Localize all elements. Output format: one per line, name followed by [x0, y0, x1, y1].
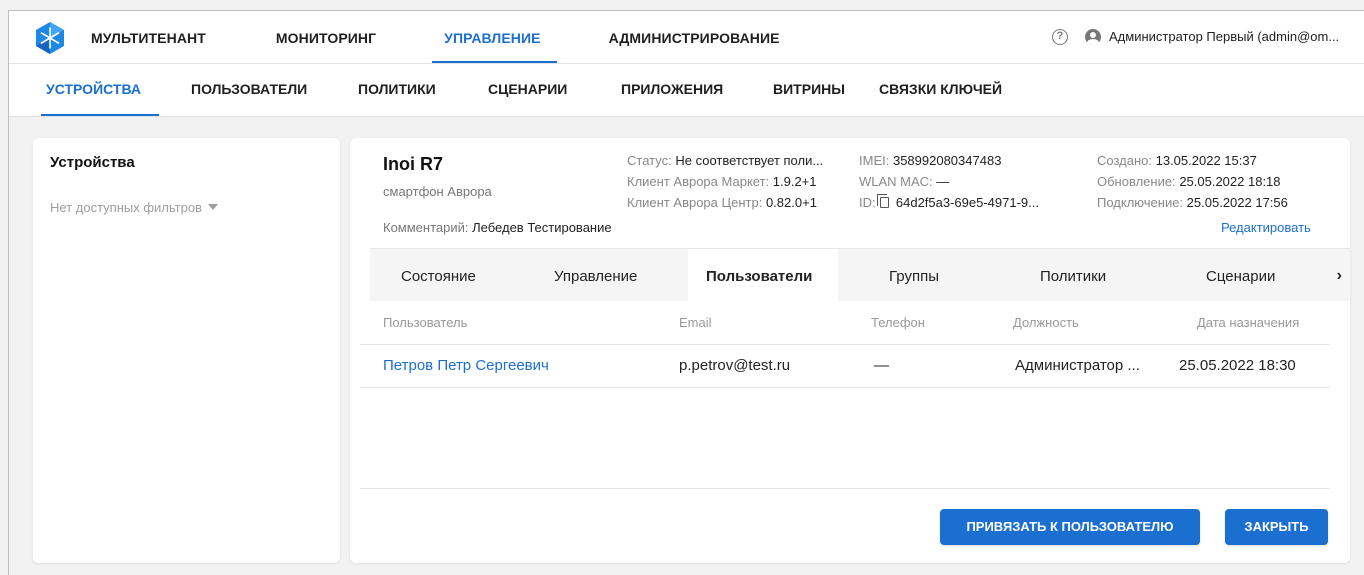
imei-value: 358992080347483	[892, 153, 1002, 168]
column-email[interactable]: Email	[679, 315, 712, 330]
created-label: Создано:	[1097, 153, 1152, 168]
devices-panel: Устройства Нет доступных фильтров	[33, 138, 340, 563]
wlan-value: —	[936, 174, 950, 189]
panel-title: Устройства	[50, 154, 135, 171]
imei-label: IMEI:	[859, 153, 890, 168]
tab-policies[interactable]: Политики	[1040, 249, 1106, 302]
users-table-header: Пользователь Email Телефон Должность Дат…	[360, 301, 1330, 345]
user-phone: —	[874, 357, 889, 374]
subnav-scenarios[interactable]: СЦЕНАРИИ	[488, 64, 567, 116]
info-column-dates: Создано: 13.05.2022 15:37 Обновление: 25…	[1097, 150, 1332, 213]
filters-dropdown[interactable]: Нет доступных фильтров	[50, 200, 218, 215]
nav-multitenant[interactable]: МУЛЬТИТЕНАНТ	[91, 11, 206, 63]
user-email: p.petrov@test.ru	[679, 357, 791, 374]
bind-to-user-button[interactable]: ПРИВЯЗАТЬ К ПОЛЬЗОВАТЕЛЮ	[940, 509, 1200, 545]
connected-value: 25.05.2022 17:56	[1186, 195, 1288, 210]
column-phone[interactable]: Телефон	[871, 315, 925, 330]
device-comment: Комментарий: Лебедев Тестирование	[383, 220, 612, 235]
filters-label: Нет доступных фильтров	[50, 200, 202, 215]
copy-icon[interactable]	[877, 194, 890, 208]
account-icon[interactable]	[1085, 29, 1101, 45]
user-position: Администратор ...	[1015, 357, 1140, 374]
subnav-active-indicator	[41, 114, 159, 116]
tab-users[interactable]: Пользователи	[706, 249, 812, 302]
device-details-card: Inoi R7 смартфон Аврора Комментарий: Леб…	[350, 138, 1350, 563]
tab-control[interactable]: Управление	[554, 249, 637, 302]
info-column-ids: IMEI: 358992080347483 WLAN MAC: — ID: 64…	[859, 150, 1089, 213]
comment-value: Лебедев Тестирование	[472, 220, 612, 235]
updated-label: Обновление:	[1097, 174, 1176, 189]
subnav-devices[interactable]: УСТРОЙСТВА	[46, 64, 141, 116]
nav-monitoring[interactable]: МОНИТОРИНГ	[276, 11, 376, 63]
close-button[interactable]: ЗАКРЫТЬ	[1225, 509, 1328, 545]
chevron-right-icon[interactable]: ›	[1337, 249, 1342, 303]
center-value: 0.82.0+1	[765, 195, 817, 210]
subnav-applications[interactable]: ПРИЛОЖЕНИЯ	[621, 64, 723, 116]
subnav-keychains[interactable]: СВЯЗКИ КЛЮЧЕЙ	[879, 64, 1002, 116]
help-circle-icon[interactable]: ?	[1052, 29, 1068, 45]
snowflake-logo-icon[interactable]	[34, 21, 66, 55]
actions-divider	[360, 488, 1330, 489]
center-label: Клиент Аврора Центр:	[627, 195, 763, 210]
comment-label: Комментарий:	[383, 220, 469, 235]
column-position[interactable]: Должность	[1013, 315, 1079, 330]
table-row[interactable]: Петров Петр Сергеевич p.petrov@test.ru —…	[360, 345, 1330, 388]
id-label: ID:	[859, 195, 876, 210]
main-nav: МУЛЬТИТЕНАНТ МОНИТОРИНГ УПРАВЛЕНИЕ АДМИН…	[91, 11, 780, 63]
user-assigned-date: 25.05.2022 18:30	[1179, 357, 1296, 374]
tab-scenarios[interactable]: Сценарии	[1206, 249, 1275, 302]
column-user[interactable]: Пользователь	[383, 315, 467, 330]
updated-value: 25.05.2022 18:18	[1179, 174, 1281, 189]
subnav-policies[interactable]: ПОЛИТИКИ	[358, 64, 436, 116]
market-label: Клиент Аврора Маркет:	[627, 174, 770, 189]
user-menu[interactable]: Администратор Первый (admin@om...	[1109, 29, 1339, 44]
nav-administration[interactable]: АДМИНИСТРИРОВАНИЕ	[609, 11, 780, 63]
tab-state[interactable]: Состояние	[401, 249, 476, 302]
column-assigned-date[interactable]: Дата назначения	[1197, 315, 1299, 330]
status-label: Статус:	[627, 153, 672, 168]
tab-groups[interactable]: Группы	[889, 249, 939, 302]
user-link[interactable]: Петров Петр Сергеевич	[383, 357, 549, 374]
info-column-status: Статус: Не соответствует поли... Клиент …	[627, 150, 849, 213]
created-value: 13.05.2022 15:37	[1155, 153, 1257, 168]
top-bar: МУЛЬТИТЕНАНТ МОНИТОРИНГ УПРАВЛЕНИЕ АДМИН…	[9, 11, 1364, 63]
device-type: смартфон Аврора	[383, 184, 492, 199]
nav-management[interactable]: УПРАВЛЕНИЕ	[432, 11, 558, 63]
wlan-label: WLAN MAC:	[859, 174, 933, 189]
connected-label: Подключение:	[1097, 195, 1184, 210]
subnav-users[interactable]: ПОЛЬЗОВАТЕЛИ	[191, 64, 307, 116]
market-value: 1.9.2+1	[772, 174, 817, 189]
subnav-showcases[interactable]: ВИТРИНЫ	[773, 64, 845, 116]
device-tabs: Состояние Управление Пользователи Группы…	[370, 248, 1350, 303]
id-value: 64d2f5a3-69e5-4971-9...	[895, 195, 1039, 210]
device-name: Inoi R7	[383, 154, 444, 174]
sub-nav: УСТРОЙСТВА ПОЛЬЗОВАТЕЛИ ПОЛИТИКИ СЦЕНАРИ…	[9, 63, 1364, 117]
caret-down-icon	[207, 204, 218, 210]
status-value: Не соответствует поли...	[675, 153, 824, 168]
edit-link[interactable]: Редактировать	[1221, 220, 1311, 235]
